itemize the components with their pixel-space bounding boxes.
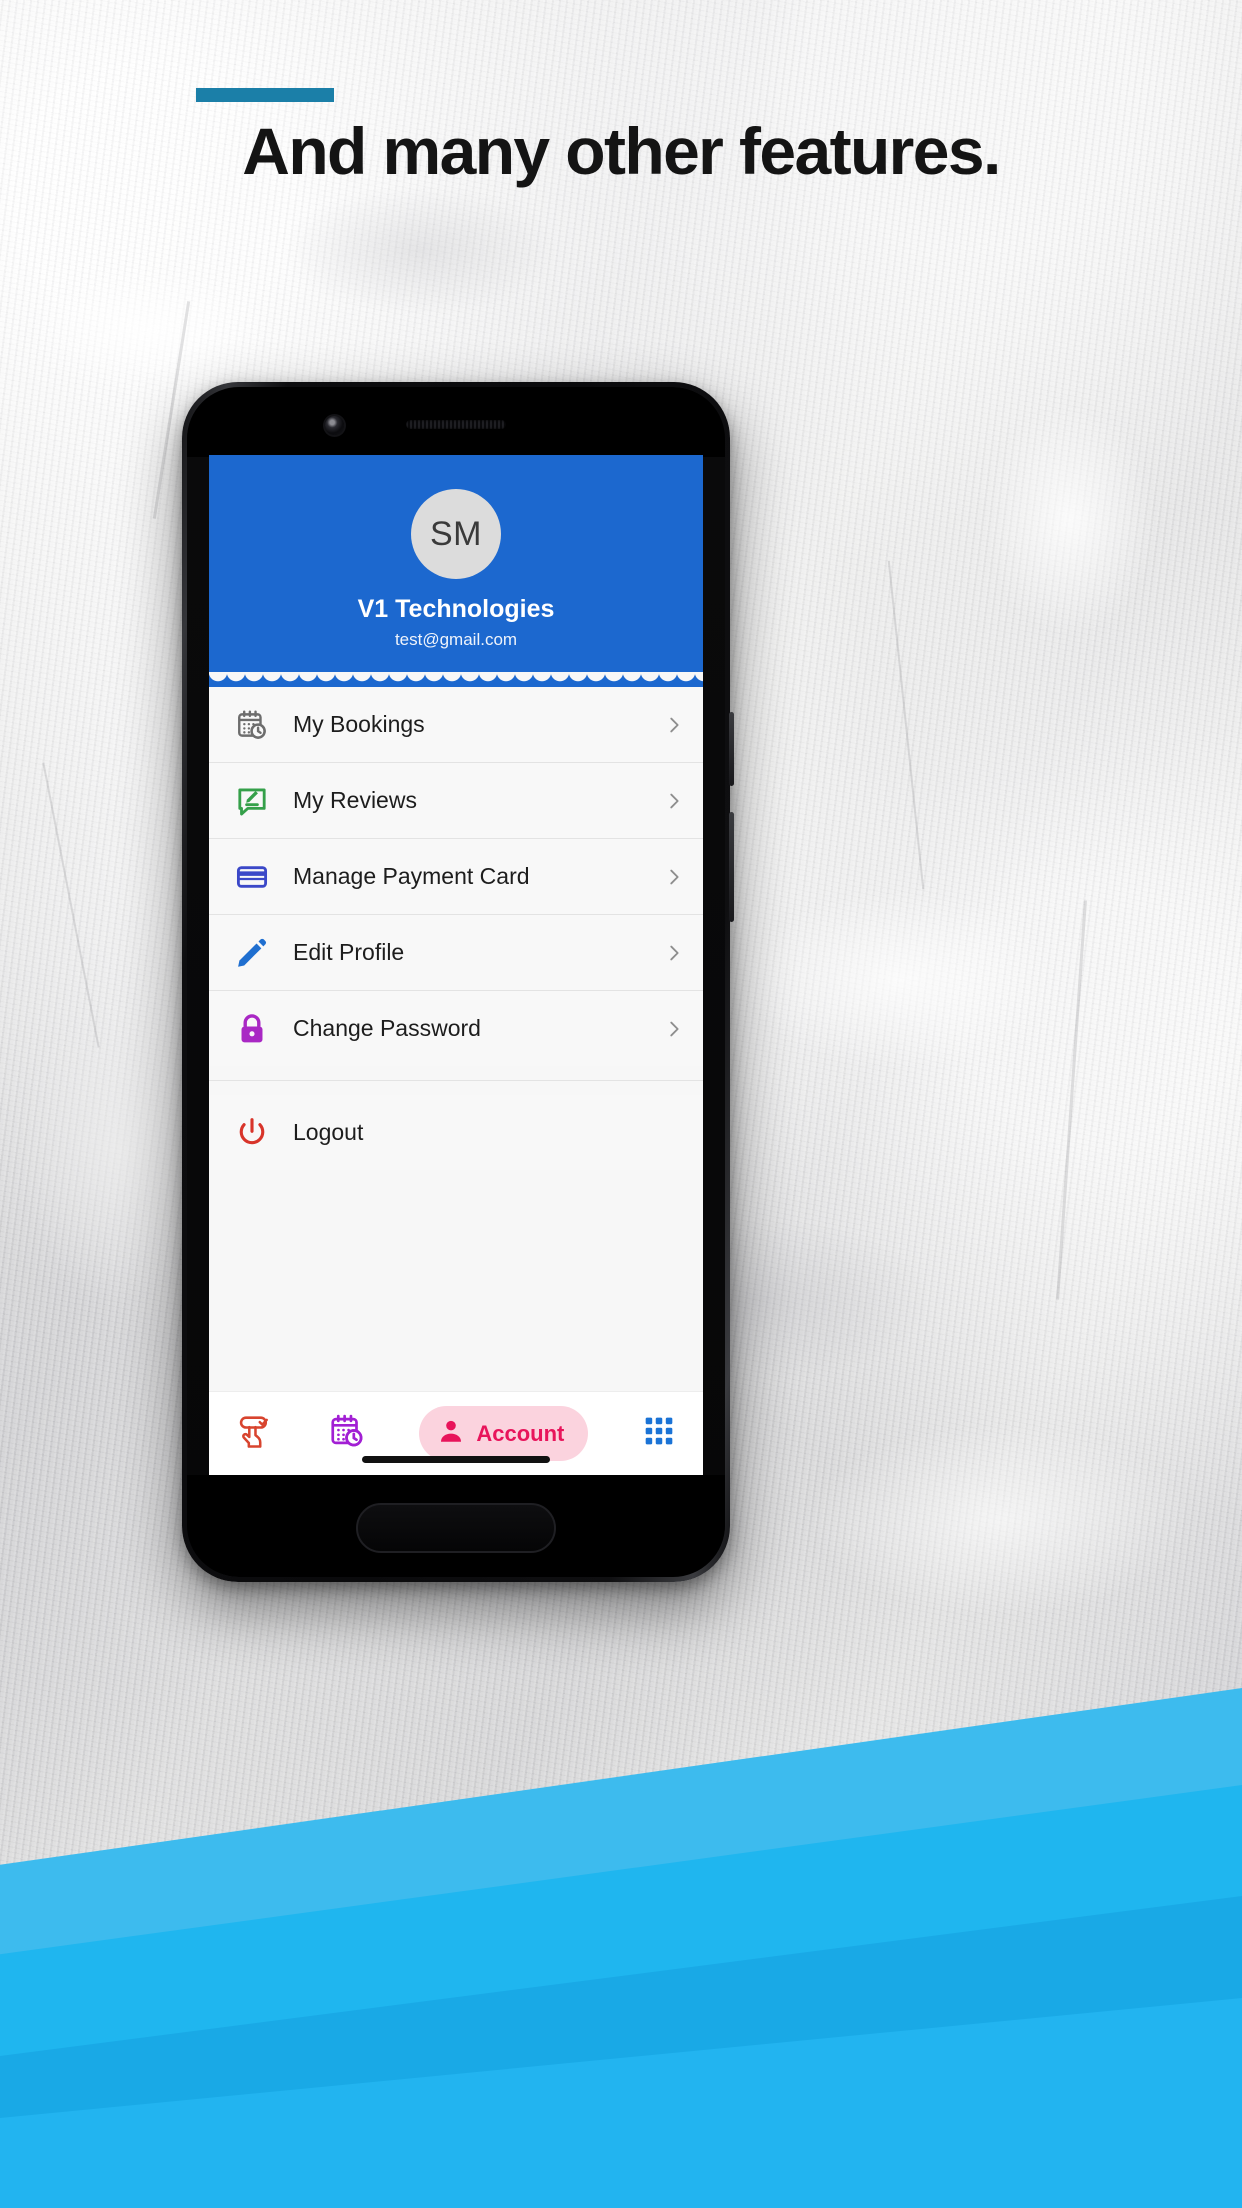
menu-item-edit-profile[interactable]: Edit Profile [209, 915, 703, 990]
chevron-right-icon [663, 866, 685, 888]
accent-bar [196, 88, 334, 102]
menu-item-manage-payment-card[interactable]: Manage Payment Card [209, 839, 703, 914]
phone-top-bezel [187, 387, 725, 457]
chevron-right-icon [663, 1018, 685, 1040]
chevron-right-icon [663, 790, 685, 812]
chevron-right-icon [663, 714, 685, 736]
grid-apps-icon [642, 1414, 676, 1453]
calendar-clock-icon [328, 1412, 366, 1455]
profile-email: test@gmail.com [394, 630, 518, 649]
menu-item-my-reviews[interactable]: My Reviews [209, 763, 703, 838]
page-title: And many other features. [242, 114, 1001, 188]
menu-group-divider [209, 1080, 703, 1081]
menu-item-label: Edit Profile [293, 939, 405, 965]
nav-item-account[interactable]: Account [419, 1406, 589, 1461]
profile-header: SM V1 Technologies test@gmail.com [209, 455, 703, 688]
app-screen: SM V1 Technologies test@gmail.com My Boo… [209, 455, 703, 1475]
earpiece-speaker-icon [406, 420, 506, 429]
nav-item-more-apps[interactable] [642, 1414, 676, 1453]
credit-card-icon [225, 860, 279, 894]
nav-item-label: Account [476, 1420, 565, 1446]
menu-item-label: Logout [293, 1119, 364, 1145]
menu-item-change-password[interactable]: Change Password [209, 991, 703, 1066]
scallop-edge-decoration [209, 672, 703, 688]
avatar: SM [411, 489, 501, 579]
menu-item-logout[interactable]: Logout [209, 1095, 703, 1170]
volume-button[interactable] [729, 812, 734, 922]
nav-item-bookings-tap[interactable] [236, 1412, 274, 1455]
phone-screen-frame: SM V1 Technologies test@gmail.com My Boo… [187, 387, 725, 1577]
menu-item-label: My Reviews [293, 787, 417, 813]
screen-body: SM V1 Technologies test@gmail.com My Boo… [209, 455, 703, 1475]
nav-item-calendar[interactable] [328, 1412, 366, 1455]
menu-item-label: Manage Payment Card [293, 863, 530, 889]
account-menu-list: My Bookings My Reviews Manage Payment Ca… [209, 687, 703, 1170]
home-button-outline[interactable] [356, 1503, 556, 1553]
gesture-home-indicator[interactable] [362, 1456, 550, 1463]
person-icon [437, 1417, 465, 1450]
phone-mockup: SM V1 Technologies test@gmail.com My Boo… [182, 382, 734, 1582]
review-edit-icon [225, 784, 279, 818]
lock-icon [225, 1012, 279, 1046]
profile-name: V1 Technologies [357, 595, 555, 623]
chevron-right-icon [663, 942, 685, 964]
menu-item-my-bookings[interactable]: My Bookings [209, 687, 703, 762]
power-button[interactable] [729, 712, 734, 786]
tap-booking-icon [236, 1412, 274, 1455]
calendar-clock-icon [225, 708, 279, 742]
pencil-icon [225, 936, 279, 970]
power-icon [225, 1116, 279, 1150]
front-camera-icon [325, 416, 344, 435]
menu-item-label: Change Password [293, 1015, 481, 1041]
menu-item-label: My Bookings [293, 711, 425, 737]
phone-bottom-bezel [187, 1475, 725, 1577]
